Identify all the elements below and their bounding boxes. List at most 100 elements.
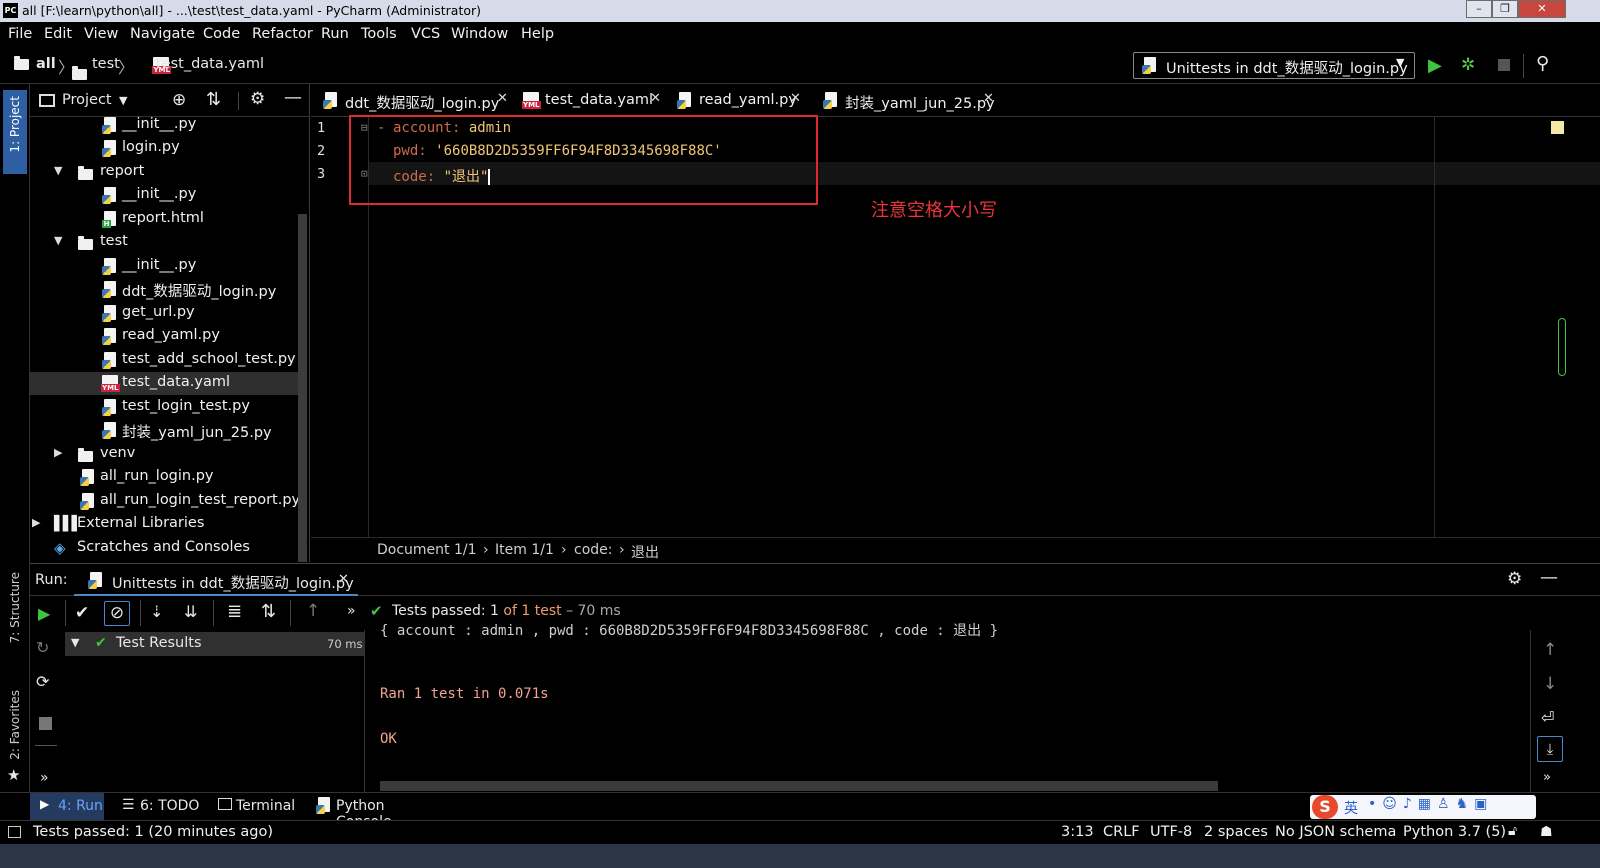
more-actions-icon[interactable]: » bbox=[347, 603, 356, 619]
breadcrumb-item-file[interactable]: test_data.yaml bbox=[156, 56, 264, 72]
close-tab-icon[interactable]: ✕ bbox=[983, 91, 994, 106]
tree-item[interactable]: all_run_login_test_report.py bbox=[30, 490, 300, 513]
menu-run[interactable]: Run bbox=[321, 26, 349, 42]
tree-item[interactable]: ◈ Scratches and Consoles bbox=[30, 537, 298, 560]
tree-item[interactable]: __init__.py bbox=[30, 255, 298, 278]
python-interpreter[interactable]: Python 3.7 (5) bbox=[1403, 824, 1506, 840]
lock-icon[interactable]: 🔓︎ bbox=[1508, 823, 1517, 839]
debug-bug-icon[interactable]: ✲ bbox=[1461, 55, 1475, 75]
expand-arrow-icon[interactable]: ▼ bbox=[54, 234, 62, 247]
cursor-position[interactable]: 3:13 bbox=[1061, 824, 1094, 840]
tab-yaml-jun-25[interactable]: 封装_yaml_jun_25.py ✕ bbox=[817, 84, 999, 117]
breadcrumb-item-all[interactable]: all bbox=[36, 56, 56, 72]
collapse-all-icon[interactable]: ⇅ bbox=[261, 601, 276, 622]
collapse-all-icon[interactable]: ⇅ bbox=[206, 89, 221, 110]
tree-item[interactable]: ▶ venv bbox=[30, 443, 298, 466]
menu-tools[interactable]: Tools bbox=[361, 26, 397, 42]
chevron-down-icon[interactable]: ▼ bbox=[119, 94, 127, 107]
rerun-icon[interactable]: ▶ bbox=[38, 604, 50, 623]
json-schema[interactable]: No JSON schema bbox=[1275, 824, 1396, 840]
more-actions-icon[interactable]: » bbox=[40, 770, 49, 786]
tool-tab-python-console[interactable]: Python Console bbox=[314, 793, 444, 830]
tree-item[interactable]: test_login_test.py bbox=[30, 396, 298, 419]
line-separator[interactable]: CRLF bbox=[1103, 824, 1140, 840]
tool-tab-run[interactable]: ▶ 4: Run bbox=[30, 793, 104, 820]
close-tab-icon[interactable]: ✕ bbox=[650, 91, 661, 106]
tree-item-selected[interactable]: test_data.yaml bbox=[30, 372, 298, 395]
console-horizontal-scrollbar[interactable] bbox=[380, 781, 1218, 791]
menu-code[interactable]: Code bbox=[203, 26, 240, 42]
gear-icon[interactable]: ⚙ bbox=[250, 89, 265, 109]
scroll-to-end-icon[interactable]: ⤓ bbox=[1537, 736, 1563, 762]
collapsed-arrow-icon[interactable]: ▶ bbox=[32, 516, 40, 529]
close-tab-icon[interactable]: ✕ bbox=[497, 91, 508, 106]
run-icon[interactable]: ▶ bbox=[1428, 55, 1442, 76]
tree-item[interactable]: __init__.py bbox=[30, 114, 298, 137]
favorites-tool-tab[interactable]: 2: Favorites ★ bbox=[3, 690, 27, 786]
more-actions-icon[interactable]: » bbox=[1543, 770, 1551, 785]
console-output[interactable]: { account : admin , pwd : 660B8D2D5359FF… bbox=[366, 623, 1530, 792]
rerun-failed-icon[interactable]: ⟳ bbox=[36, 672, 49, 691]
previous-failed-icon[interactable]: ↑ bbox=[306, 601, 320, 621]
stop-icon[interactable] bbox=[39, 717, 52, 730]
tree-item[interactable]: all_run_login.py bbox=[30, 466, 298, 489]
expand-arrow-icon[interactable]: ▼ bbox=[54, 164, 62, 177]
indent-setting[interactable]: 2 spaces bbox=[1204, 824, 1268, 840]
show-passed-icon[interactable]: ✔ bbox=[75, 603, 89, 623]
inspection-status-icon[interactable] bbox=[1551, 121, 1564, 134]
expand-all-icon[interactable]: ≣ bbox=[227, 601, 242, 622]
breadcrumb-document[interactable]: Document 1/1 bbox=[377, 542, 477, 558]
project-tool-tab[interactable]: 1: Project bbox=[3, 90, 27, 174]
menu-help[interactable]: Help bbox=[521, 26, 554, 42]
tree-item[interactable]: test_add_school_test.py bbox=[30, 349, 298, 372]
soft-wrap-icon[interactable]: ⏎ bbox=[1541, 708, 1554, 727]
tab-read-yaml[interactable]: read_yaml.py ✕ bbox=[671, 84, 807, 117]
tool-tab-todo[interactable]: ☰ 6: TODO bbox=[118, 793, 200, 820]
breadcrumb-item[interactable]: Item 1/1 bbox=[495, 542, 554, 558]
locate-file-icon[interactable]: ⊕ bbox=[172, 90, 186, 110]
scroll-up-icon[interactable]: ↑ bbox=[1543, 640, 1557, 660]
tree-item[interactable]: get_url.py bbox=[30, 302, 298, 325]
breadcrumb-item-test[interactable]: test bbox=[92, 56, 120, 72]
tree-item[interactable]: ▶ ▌▌▌ External Libraries bbox=[30, 513, 298, 536]
tree-item[interactable]: ▼ report bbox=[30, 161, 298, 184]
tab-test-data-yaml[interactable]: test_data.yaml ✕ bbox=[517, 84, 667, 117]
tool-tab-terminal[interactable]: Terminal bbox=[214, 793, 300, 820]
tree-item[interactable]: __init__.py bbox=[30, 184, 298, 207]
tree-item[interactable]: ▼ test bbox=[30, 231, 298, 254]
hide-panel-icon[interactable]: — bbox=[1540, 567, 1558, 588]
stop-icon[interactable] bbox=[1498, 59, 1510, 71]
tree-item[interactable]: read_yaml.py bbox=[30, 325, 298, 348]
show-ignored-icon[interactable]: ⊘ bbox=[104, 601, 130, 626]
tab-ddt-login[interactable]: ddt_数据驱动_login.py ✕ bbox=[317, 84, 513, 117]
editor-scrollbar[interactable] bbox=[1558, 318, 1566, 376]
search-everywhere-icon[interactable]: ⚲ bbox=[1536, 53, 1549, 74]
expand-arrow-icon[interactable]: ▼ bbox=[71, 636, 79, 649]
sort-by-duration-icon[interactable]: ⇊ bbox=[184, 602, 197, 621]
close-tab-icon[interactable]: ✕ bbox=[790, 91, 801, 106]
project-view-selector[interactable]: Project bbox=[62, 92, 112, 108]
hide-panel-icon[interactable]: — bbox=[284, 87, 302, 108]
breadcrumb-value[interactable]: 退出 bbox=[631, 542, 659, 562]
menu-file[interactable]: File bbox=[8, 26, 32, 42]
run-configuration-dropdown[interactable]: Unittests in ddt_数据驱动_login.py ▼ bbox=[1133, 52, 1415, 79]
tree-item[interactable]: login.py bbox=[30, 137, 298, 160]
sort-alphabetically-icon[interactable]: ⇣ bbox=[150, 602, 163, 621]
close-window-button[interactable]: ✕ bbox=[1518, 0, 1566, 18]
menu-navigate[interactable]: Navigate bbox=[130, 26, 195, 42]
ime-toolbar[interactable]: S 英 •☺♪▦♙♞▣ bbox=[1310, 795, 1536, 819]
collapsed-arrow-icon[interactable]: ▶ bbox=[54, 446, 62, 459]
maximize-button[interactable]: ❐ bbox=[1492, 0, 1518, 18]
tree-item[interactable]: 封装_yaml_jun_25.py bbox=[30, 419, 298, 442]
menu-edit[interactable]: Edit bbox=[44, 26, 72, 42]
test-results-row[interactable]: ▼ ✔ Test Results 70 ms bbox=[65, 632, 365, 656]
menu-view[interactable]: View bbox=[84, 26, 118, 42]
close-tab-icon[interactable]: ✕ bbox=[338, 572, 349, 587]
menu-refactor[interactable]: Refactor bbox=[252, 26, 313, 42]
event-log-icon[interactable]: ☗ bbox=[1540, 824, 1553, 840]
breadcrumb-key[interactable]: code: bbox=[574, 542, 612, 558]
pin-icon[interactable]: ↻ bbox=[36, 638, 49, 657]
project-scrollbar[interactable] bbox=[298, 214, 307, 562]
status-toggle-icon[interactable] bbox=[8, 826, 21, 838]
structure-tool-tab[interactable]: 7: Structure bbox=[3, 572, 27, 664]
